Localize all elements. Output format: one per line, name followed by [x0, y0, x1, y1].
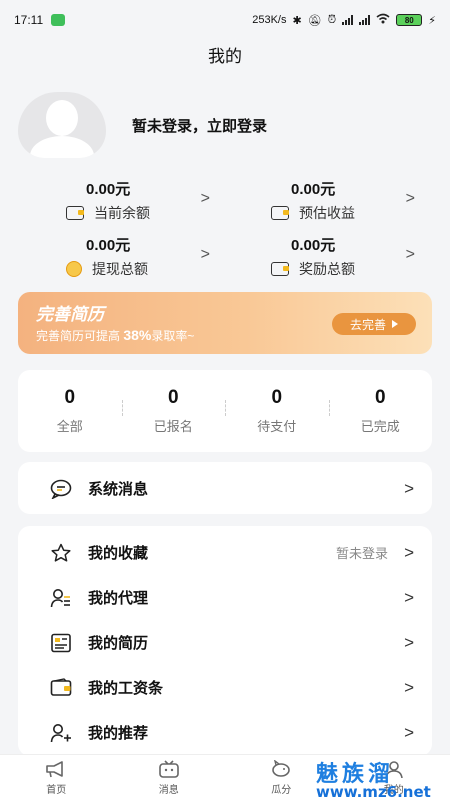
resume-banner-title: 完善简历	[36, 305, 104, 324]
stat-value: 0.00元	[291, 181, 336, 198]
message-icon	[50, 479, 72, 499]
chevron-right-icon: >	[404, 588, 414, 607]
menu-card: 我的收藏 暂未登录 > 我的代理 > 我的简历 > 我的工资条 > 我的推荐 >	[18, 526, 432, 756]
yuan-coin-icon	[66, 261, 82, 277]
coin-stack-icon	[271, 206, 289, 220]
chevron-right-icon: >	[200, 190, 210, 207]
signal-icon-1	[342, 15, 354, 25]
resume-banner[interactable]: 完善简历 完善简历可提高 38%录取率~ 去完善	[18, 292, 432, 354]
pig-icon	[272, 759, 291, 777]
menu-item-referral[interactable]: 我的推荐 >	[18, 710, 432, 755]
order-label: 全部	[56, 419, 83, 434]
wallet-icon	[50, 677, 72, 698]
watermark: 魅族溜 www.mz6.net	[312, 756, 450, 800]
system-messages-row[interactable]: 系统消息 >	[18, 466, 432, 511]
order-count: 0	[271, 387, 283, 408]
tab-label: 首页	[46, 784, 67, 796]
row-label: 我的简历	[88, 635, 149, 652]
subtitle-prefix: 完善简历可提高	[36, 329, 121, 343]
star-icon	[50, 543, 72, 563]
play-icon	[392, 320, 398, 328]
tv-icon	[158, 759, 179, 778]
subtitle-suffix: 录取率~	[151, 329, 195, 343]
megaphone-icon	[46, 760, 64, 777]
stat-estimated-income[interactable]: 0.00元 预估收益 >	[235, 176, 425, 226]
stat-label: 提现总额	[92, 261, 148, 277]
order-label: 已完成	[360, 419, 400, 434]
row-label: 我的推荐	[88, 725, 149, 742]
user-plus-icon	[50, 723, 72, 743]
app-notification-icon	[51, 14, 66, 26]
watermark-url: www.mz6.net	[316, 783, 431, 800]
bluetooth-icon: ✱	[292, 14, 302, 27]
signal-icon-2	[359, 15, 371, 25]
chevron-right-icon: >	[404, 543, 414, 562]
chevron-right-icon: >	[404, 633, 414, 652]
tab-label: 消息	[158, 784, 179, 796]
messages-card: 系统消息 >	[18, 462, 432, 514]
order-all[interactable]: 0 全部	[18, 370, 122, 452]
alarm-icon: ⏰︎	[327, 13, 337, 26]
row-label: 我的代理	[88, 590, 149, 607]
subtitle-percent: 38%	[123, 327, 152, 343]
tab-messages[interactable]: 消息	[113, 755, 226, 800]
menu-item-favorites[interactable]: 我的收藏 暂未登录 >	[18, 530, 432, 575]
order-label: 待支付	[257, 419, 297, 434]
status-time: 17:11	[14, 13, 44, 27]
charging-icon: ⚡︎	[428, 14, 436, 27]
stat-label: 当前余额	[94, 205, 150, 221]
tab-label: 瓜分	[271, 784, 292, 796]
complete-resume-button[interactable]: 去完善	[332, 313, 416, 335]
resume-banner-subtitle: 完善简历可提高 38%录取率~	[36, 327, 194, 344]
row-value: 暂未登录	[335, 546, 388, 561]
mute-icon: 🔕︎	[307, 14, 322, 27]
order-pending-payment[interactable]: 0 待支付	[225, 370, 329, 452]
chevron-right-icon: >	[405, 246, 415, 263]
page-title: 我的	[208, 47, 242, 66]
stat-balance[interactable]: 0.00元 当前余额 >	[30, 176, 220, 226]
order-count: 0	[167, 387, 179, 408]
menu-item-payslip[interactable]: 我的工资条 >	[18, 665, 432, 710]
chevron-right-icon: >	[405, 190, 415, 207]
stat-value: 0.00元	[86, 181, 131, 198]
stat-value: 0.00元	[291, 237, 336, 254]
stat-label: 奖励总额	[299, 261, 355, 277]
menu-item-agent[interactable]: 我的代理 >	[18, 575, 432, 620]
row-label: 我的收藏	[88, 545, 149, 562]
order-count: 0	[374, 387, 386, 408]
login-link[interactable]: 暂未登录，立即登录	[132, 115, 267, 136]
chevron-right-icon: >	[404, 678, 414, 697]
stat-value: 0.00元	[86, 237, 131, 254]
button-label: 去完善	[349, 317, 386, 332]
stat-reward[interactable]: 0.00元 奖励总额 >	[235, 232, 425, 282]
profile-section[interactable]: 暂未登录，立即登录	[18, 92, 267, 158]
user-list-icon	[50, 588, 72, 608]
order-label: 已报名	[153, 419, 193, 434]
wifi-icon	[376, 13, 390, 27]
network-speed: 253K/s	[252, 14, 287, 26]
order-count: 0	[64, 387, 76, 408]
tab-home[interactable]: 首页	[0, 755, 113, 800]
orders-card: 0 全部 0 已报名 0 待支付 0 已完成	[18, 370, 432, 452]
status-bar: 17:11 253K/s ✱ 🔕︎ ⏰︎ 80 ⚡︎	[0, 0, 450, 40]
chevron-right-icon: >	[200, 246, 210, 263]
order-completed[interactable]: 0 已完成	[328, 370, 433, 452]
menu-item-resume[interactable]: 我的简历 >	[18, 620, 432, 665]
stat-label: 预估收益	[299, 205, 355, 221]
chevron-right-icon: >	[404, 723, 414, 742]
chevron-right-icon: >	[404, 479, 414, 498]
avatar[interactable]	[18, 92, 106, 158]
row-label: 我的工资条	[88, 680, 164, 697]
order-registered[interactable]: 0 已报名	[121, 370, 226, 452]
reward-icon	[271, 262, 289, 276]
battery-icon: 80	[396, 14, 423, 26]
wallet-icon	[66, 206, 84, 220]
stat-withdrawn[interactable]: 0.00元 提现总额 >	[30, 232, 220, 282]
row-label: 系统消息	[88, 481, 149, 498]
resume-icon	[50, 633, 72, 653]
